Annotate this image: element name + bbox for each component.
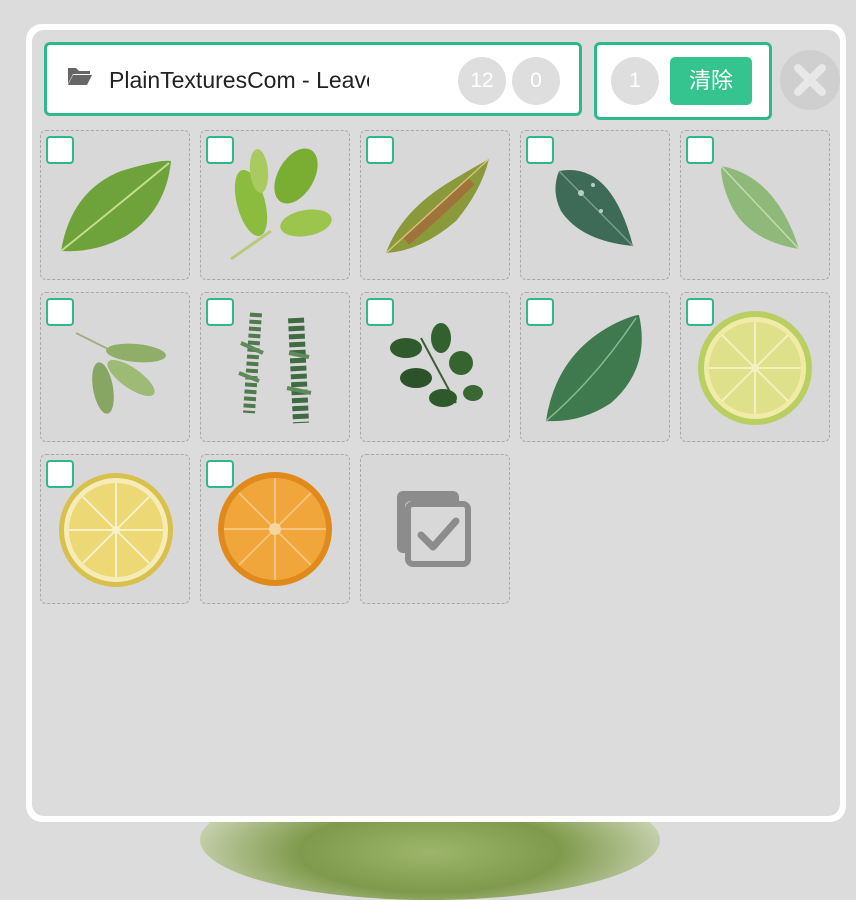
selection-count-badge: 1 — [611, 57, 659, 105]
texture-tile-leaf-trifoliate[interactable] — [40, 292, 190, 442]
texture-tile-leaf-green-serrated[interactable] — [40, 130, 190, 280]
texture-tile-leaf-pale-green[interactable] — [680, 130, 830, 280]
select-checkbox[interactable] — [686, 298, 714, 326]
texture-tile-rose-leaves[interactable] — [360, 292, 510, 442]
select-all-tile[interactable] — [360, 454, 510, 604]
select-checkbox[interactable] — [686, 136, 714, 164]
close-icon — [794, 64, 826, 96]
selection-box: 1 清除 — [594, 42, 772, 120]
texture-tile-lime-slice[interactable] — [680, 292, 830, 442]
select-checkbox[interactable] — [526, 298, 554, 326]
texture-picker-panel: PlainTexturesCom - Leaves 12 0 1 清除 — [26, 24, 846, 822]
select-checkbox[interactable] — [206, 298, 234, 326]
multi-select-checkbox-icon — [397, 491, 471, 567]
select-checkbox[interactable] — [366, 298, 394, 326]
folder-title: PlainTexturesCom - Leaves — [109, 67, 369, 93]
texture-tile-leaf-dewdrops[interactable] — [520, 130, 670, 280]
select-checkbox[interactable] — [526, 136, 554, 164]
folder-selector[interactable]: PlainTexturesCom - Leaves 12 0 — [44, 42, 582, 116]
texture-tile-cedar-sprigs[interactable] — [200, 292, 350, 442]
texture-tile-leaf-red-green[interactable] — [360, 130, 510, 280]
select-checkbox[interactable] — [46, 136, 74, 164]
total-count-badge: 12 — [458, 57, 506, 105]
texture-tile-orange-slice[interactable] — [200, 454, 350, 604]
panel-body: PlainTexturesCom - Leaves 12 0 1 清除 — [32, 30, 840, 816]
texture-tile-leaf-dark-green[interactable] — [520, 292, 670, 442]
select-checkbox[interactable] — [46, 460, 74, 488]
clear-button[interactable]: 清除 — [670, 57, 752, 105]
select-checkbox[interactable] — [46, 298, 74, 326]
texture-tile-leaf-cluster[interactable] — [200, 130, 350, 280]
close-button[interactable] — [780, 50, 840, 110]
folder-open-icon — [68, 68, 92, 85]
select-checkbox[interactable] — [206, 136, 234, 164]
folder-selected-count-badge: 0 — [512, 57, 560, 105]
select-checkbox[interactable] — [206, 460, 234, 488]
texture-tile-lemon-slice[interactable] — [40, 454, 190, 604]
select-checkbox[interactable] — [366, 136, 394, 164]
